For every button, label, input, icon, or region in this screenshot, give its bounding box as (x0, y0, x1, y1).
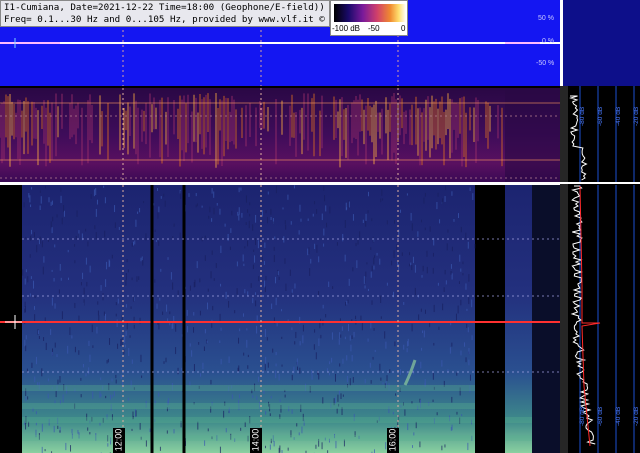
time-label-1400: 14:00 (250, 428, 262, 453)
side-db-label: -40 dB (615, 407, 622, 426)
side-db-label: -60 dB (597, 107, 604, 126)
colorbar-tick-min: -100 dB (332, 24, 361, 33)
waveform-axis-label-0: 0 % (542, 38, 555, 45)
header-line-1: I1-Cumiana, Date=2021-12-22 Time=18:00 (… (4, 2, 325, 13)
spectrogram-viewer: I1-Cumiana, Date=2021-12-22 Time=18:00 (… (0, 0, 640, 453)
side-db-label: -80 dB (579, 407, 586, 426)
upper-spectrogram-plot (0, 88, 560, 182)
colorbar: -100 dB -50 0 (330, 0, 408, 36)
header-line-2: Freq= 0.1...30 Hz and 0...105 Hz, provid… (4, 14, 325, 25)
time-label-1200: 12:00 (113, 428, 125, 453)
colorbar-tick-mid: -50 (368, 24, 380, 33)
side-spectrum-plot: 2520151051009590858075706560555045403530… (542, 86, 640, 453)
waveform-axis: 50 % 0 % -50 % (536, 0, 640, 86)
lower-spectrogram-plot (0, 185, 560, 453)
time-label-1600: 16:00 (387, 428, 399, 453)
side-panel: 2520151051009590858075706560555045403530… (542, 86, 640, 453)
lower-spectrogram (0, 185, 560, 453)
side-db-label: -20 dB (633, 107, 640, 126)
colorbar-tick-max: 0 (401, 24, 406, 33)
upper-spectrogram (0, 88, 560, 182)
colorbar-gradient (334, 4, 406, 22)
side-db-label: -40 dB (615, 107, 622, 126)
side-db-label: -80 dB (579, 107, 586, 126)
side-db-label: -20 dB (633, 407, 640, 426)
header-box: I1-Cumiana, Date=2021-12-22 Time=18:00 (… (0, 0, 330, 27)
waveform-axis-label-minus50: -50 % (536, 60, 555, 67)
side-db-label: -60 dB (597, 407, 604, 426)
waveform-axis-label-50: 50 % (538, 15, 554, 22)
